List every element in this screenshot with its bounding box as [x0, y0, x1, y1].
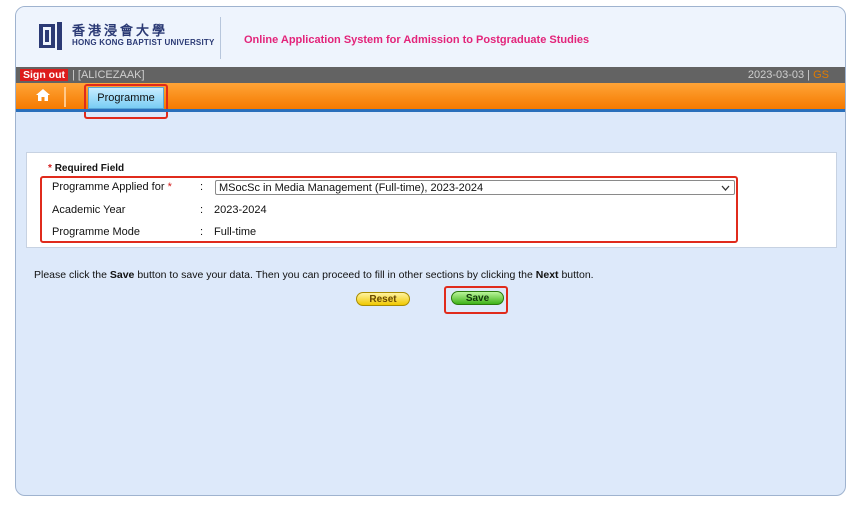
instructions-part3: button.: [558, 269, 594, 281]
instructions-text: Please click the Save button to save you…: [34, 269, 594, 281]
instructions-save-word: Save: [109, 269, 135, 281]
system-title: Online Application System for Admission …: [244, 34, 590, 46]
instructions-next-word: Next: [535, 269, 559, 281]
required-field-note: * Required Field: [48, 163, 124, 174]
reset-button[interactable]: Reset: [356, 292, 410, 306]
username-label: | [ALICEZAAK]: [72, 69, 145, 81]
instructions-part2: button to save your data. Then you can p…: [134, 269, 536, 281]
home-icon[interactable]: [36, 89, 50, 101]
app-window: 香港浸會大學 HONG KONG BAPTIST UNIVERSITY Onli…: [15, 6, 846, 496]
required-star: *: [48, 163, 52, 174]
date-label: 2023-03-03 |: [747, 69, 811, 81]
save-highlight-box: [444, 286, 508, 314]
university-name-zh: 香港浸會大學: [72, 24, 169, 39]
instructions-part1: Please click the: [34, 269, 110, 281]
hkbu-logo-icon: [39, 22, 62, 50]
form-highlight-box: [40, 176, 738, 243]
date-display: 2023-03-03 | GS: [748, 68, 829, 82]
required-text: Required Field: [54, 163, 125, 174]
sign-out-button[interactable]: Sign out: [20, 69, 68, 81]
language-link[interactable]: GS: [813, 69, 829, 81]
university-name-en: HONG KONG BAPTIST UNIVERSITY: [72, 38, 215, 47]
nav-underline: [16, 109, 845, 112]
tab-highlight-box: [84, 84, 168, 119]
user-bar: Sign out | [ALICEZAAK] 2023-03-03 | GS: [16, 67, 845, 83]
page-header: 香港浸會大學 HONG KONG BAPTIST UNIVERSITY Onli…: [16, 7, 845, 67]
nav-separator: [64, 87, 66, 107]
header-divider: [220, 17, 221, 59]
